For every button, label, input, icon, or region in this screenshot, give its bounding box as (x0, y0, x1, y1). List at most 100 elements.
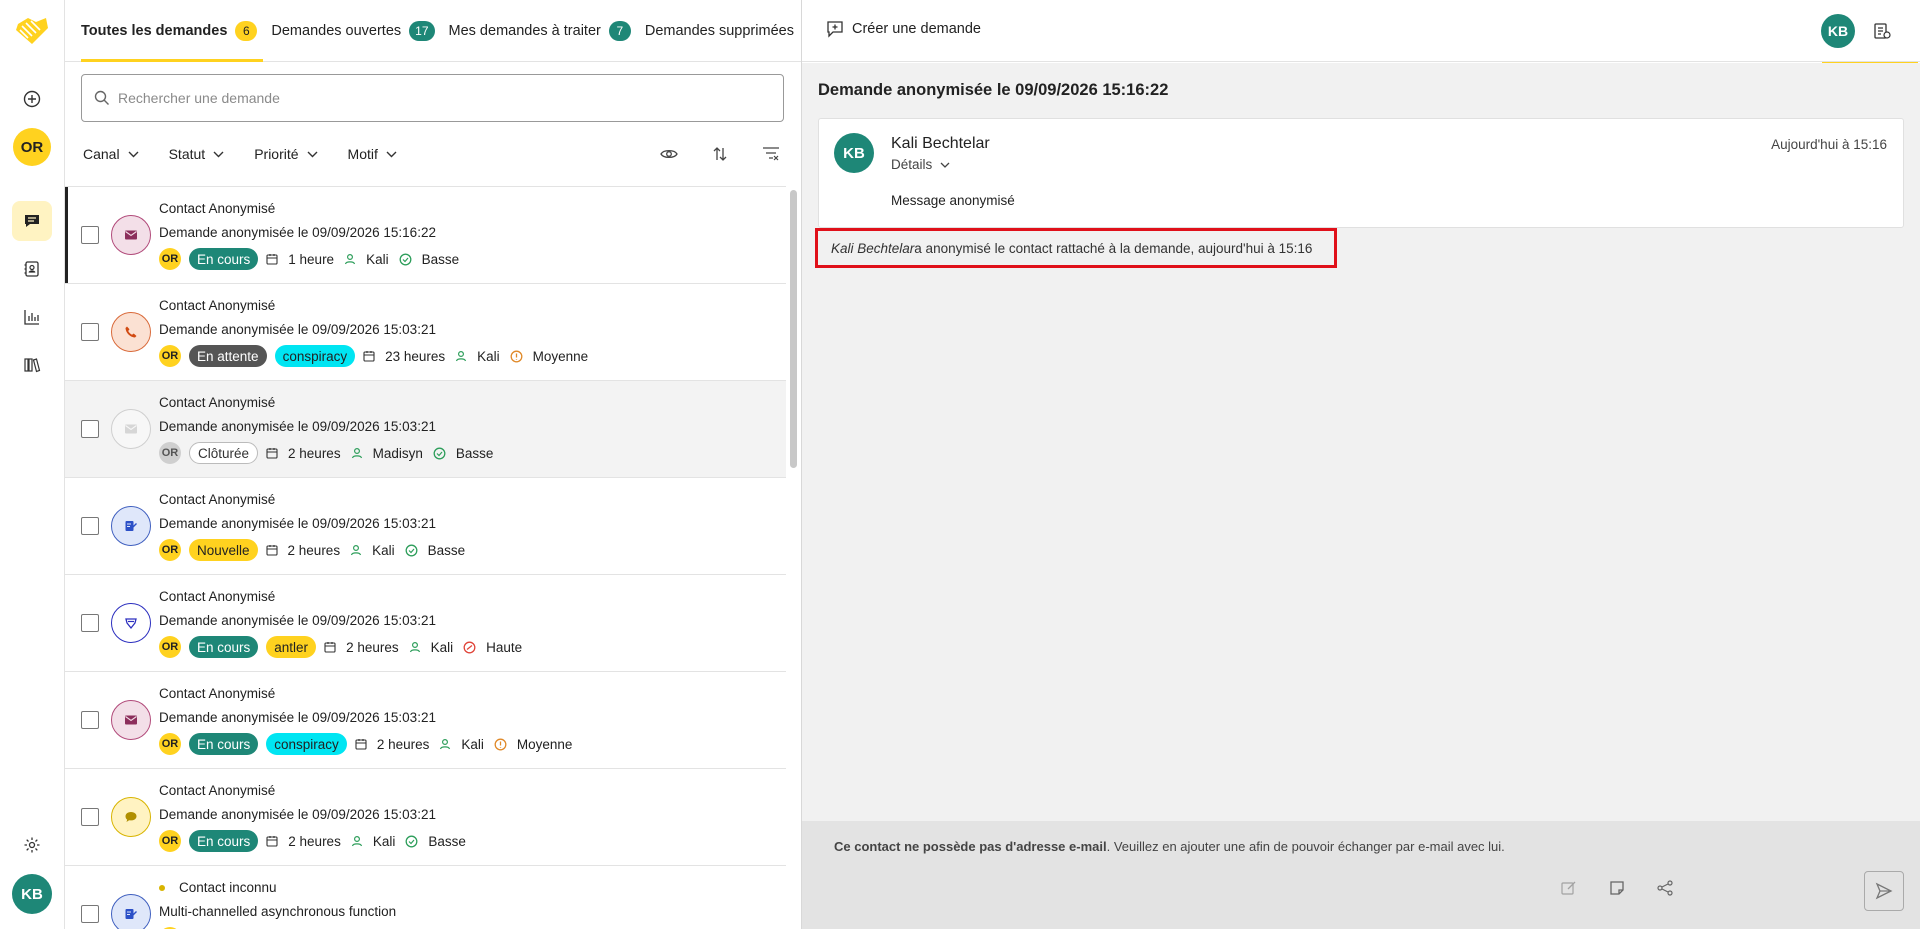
priority: Basse (405, 834, 466, 849)
chevron-down-icon (386, 151, 397, 157)
event-text: a anonymisé le contact rattaché à la dem… (914, 240, 1313, 256)
message-details-toggle[interactable]: Détails (891, 157, 950, 172)
organization-badge: OR (159, 636, 181, 658)
assignee: Kali (409, 640, 453, 655)
contacts-nav-icon[interactable] (12, 249, 52, 289)
contact-name: Contact Anonymisé (159, 589, 276, 604)
contact-name: Contact Anonymisé (159, 783, 276, 798)
share-icon[interactable] (1656, 879, 1678, 901)
list-scrollbar[interactable] (790, 190, 797, 468)
anonymization-event: Kali Bechtelar a anonymisé le contact ra… (815, 228, 1337, 268)
filter-channel[interactable]: Canal (83, 146, 139, 162)
request-subject: Demande anonymisée le 09/09/2026 15:03:2… (159, 613, 436, 628)
tab-open-requests[interactable]: Demandes ouvertes 17 (271, 0, 435, 62)
tab-my-requests[interactable]: Mes demandes à traiter 7 (449, 0, 631, 62)
filter-label: Priorité (254, 146, 299, 162)
assignee-name: Madisyn (372, 445, 423, 461)
status-badge: En cours (189, 636, 259, 658)
request-row[interactable]: Contact Anonymisé Demande anonymisée le 0… (65, 284, 786, 381)
row-checkbox[interactable] (81, 614, 99, 632)
search-input[interactable] (118, 90, 758, 106)
request-meta: OR Nouvelle 2 heures Kali Basse (159, 539, 475, 561)
request-row[interactable]: Contact Anonymisé Demande anonymisée le 0… (65, 575, 786, 672)
row-checkbox[interactable] (81, 420, 99, 438)
request-title: Demande anonymisée le 09/09/2026 15:16:2… (818, 81, 1169, 99)
request-subject: Demande anonymisée le 09/09/2026 15:03:2… (159, 807, 436, 822)
row-checkbox[interactable] (81, 808, 99, 826)
statistics-nav-icon[interactable] (12, 297, 52, 337)
note-icon[interactable] (1608, 879, 1630, 901)
edit-icon[interactable] (1560, 879, 1582, 901)
filter-settings-icon[interactable] (759, 142, 783, 166)
assignee-name: Kali (372, 542, 395, 558)
send-button[interactable] (1864, 871, 1904, 911)
request-row[interactable]: Contact Anonymisé Demande anonymisée le 0… (65, 672, 786, 769)
details-label: Détails (891, 157, 933, 172)
row-checkbox[interactable] (81, 226, 99, 244)
contact-label: Contact inconnu (179, 880, 277, 895)
header-user-avatar[interactable]: KB (1821, 14, 1855, 48)
phone-icon (111, 312, 151, 352)
assignee: Kali (350, 543, 395, 558)
form-icon (111, 894, 151, 929)
email-icon (111, 700, 151, 740)
age: 2 heures (265, 543, 340, 558)
priority-label: Moyenne (516, 736, 573, 752)
request-row[interactable]: Contact Anonymisé Demande anonymisée le 0… (65, 478, 786, 575)
age-text: 2 heures (346, 639, 399, 655)
chevron-down-icon (940, 162, 950, 168)
request-subject: Demande anonymisée le 09/09/2026 15:03:2… (159, 419, 436, 434)
settings-gear-icon[interactable] (12, 825, 52, 865)
age: 2 heures (355, 736, 430, 752)
row-checkbox[interactable] (81, 323, 99, 341)
filter-reason[interactable]: Motif (348, 146, 397, 162)
request-row[interactable]: Contact Anonymisé Demande anonymisée le 0… (65, 187, 786, 284)
contact-name: Contact Anonymisé (159, 201, 276, 216)
status-badge: Clôturée (189, 442, 259, 464)
request-row[interactable]: Contact Anonymisé Demande anonymisée le 0… (65, 381, 786, 478)
panel-toggle-icon[interactable] (1873, 22, 1893, 42)
composer-notice: Ce contact ne possède pas d'adresse e-ma… (834, 839, 1505, 854)
request-row[interactable]: Contact Anonymisé Demande anonymisée le 0… (65, 769, 786, 866)
filter-label: Canal (83, 146, 120, 162)
assignee-name: Kali (461, 736, 484, 752)
library-nav-icon[interactable] (12, 345, 52, 385)
calendar-icon (266, 835, 283, 847)
tab-label: Demandes ouvertes (271, 23, 402, 39)
requests-nav-icon[interactable] (12, 201, 52, 241)
assignee-name: Kali (372, 833, 396, 849)
request-row[interactable]: Contact inconnu Multi-channelled asynchro… (65, 866, 786, 929)
filter-status[interactable]: Statut (169, 146, 225, 162)
user-avatar[interactable]: KB (12, 874, 52, 914)
row-checkbox[interactable] (81, 517, 99, 535)
sort-icon[interactable] (708, 142, 732, 166)
tab-all-requests[interactable]: Toutes les demandes 6 (81, 0, 264, 62)
priority: Moyenne (510, 349, 588, 364)
assignee: Kali (439, 737, 484, 752)
request-meta: OR Clôturée 2 heures Madisyn Basse (159, 442, 503, 464)
priority: Basse (405, 543, 465, 558)
chat-icon (111, 797, 151, 837)
request-tabs: Toutes les demandes 6 Demandes ouvertes … (65, 0, 801, 62)
user-icon (344, 253, 361, 265)
organization-badge: OR (159, 733, 181, 755)
row-checkbox[interactable] (81, 905, 99, 923)
tab-count-badge: 7 (608, 21, 631, 41)
tab-label: Mes demandes à traiter (448, 23, 601, 39)
composer-notice-bold: Ce contact ne possède pas d'adresse e-ma… (834, 839, 1107, 854)
tab-deleted-requests[interactable]: Demandes supprimées (645, 0, 794, 62)
age-text: 2 heures (376, 736, 430, 752)
priority-label: Basse (428, 833, 466, 849)
contact-name: Contact Anonymisé (159, 298, 276, 313)
status-badge: En attente (189, 345, 267, 367)
app-logo-icon[interactable] (14, 14, 50, 48)
new-request-icon[interactable] (12, 79, 52, 119)
row-checkbox[interactable] (81, 711, 99, 729)
request-rows: Contact Anonymisé Demande anonymisée le 0… (65, 186, 786, 929)
tag-badge: antler (266, 636, 317, 658)
shield-icon (111, 603, 151, 643)
eye-icon[interactable] (657, 142, 681, 166)
create-request-button[interactable]: Créer une demande (826, 20, 981, 38)
filter-priority[interactable]: Priorité (254, 146, 318, 162)
organization-avatar[interactable]: OR (13, 128, 51, 166)
